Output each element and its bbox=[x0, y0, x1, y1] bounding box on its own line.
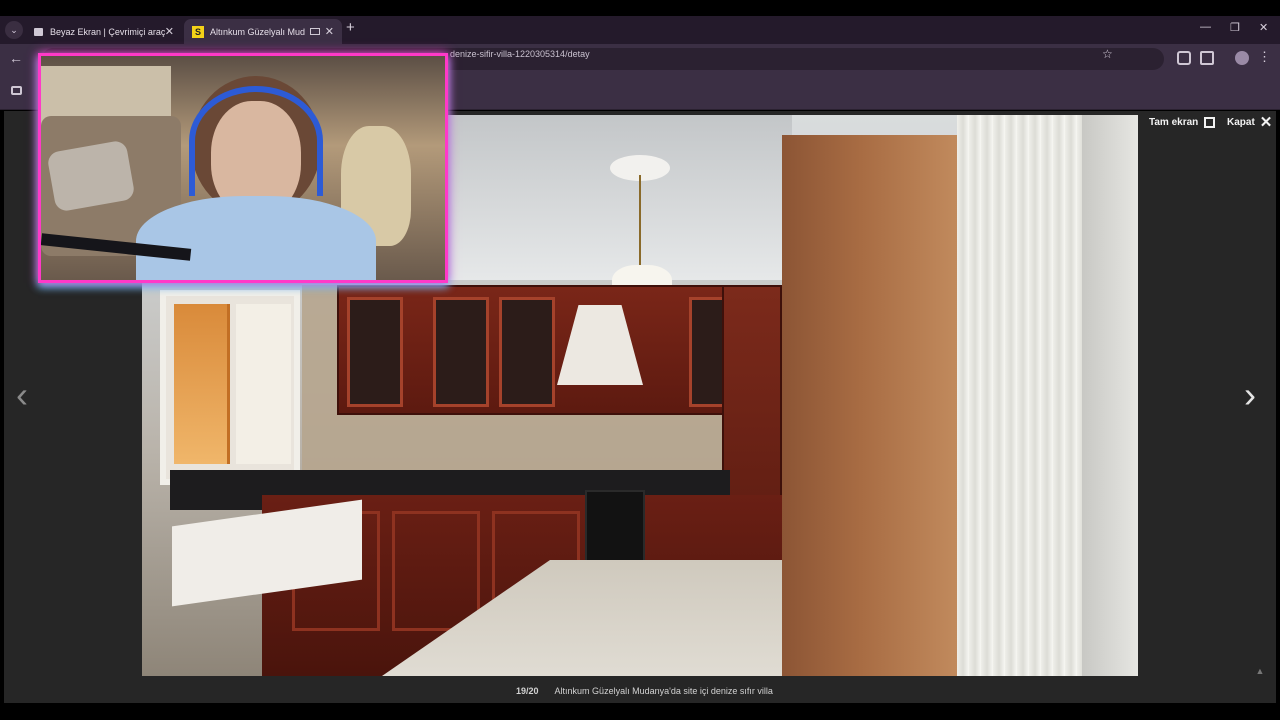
cabinet-door bbox=[392, 511, 480, 631]
page-favicon-icon bbox=[34, 27, 43, 36]
webcam-headset bbox=[189, 86, 323, 196]
photo-title: Altınkum Güzelyalı Mudanya'da site içi d… bbox=[554, 686, 773, 696]
oven bbox=[585, 490, 645, 570]
side-wall bbox=[1082, 115, 1138, 676]
star-icon[interactable]: ☆ bbox=[1102, 47, 1113, 61]
profile-avatar[interactable] bbox=[1235, 51, 1249, 65]
puzzle-icon[interactable] bbox=[1200, 51, 1214, 65]
kebab-menu-icon[interactable]: ⋮ bbox=[1258, 49, 1271, 65]
close-window-icon[interactable]: ✕ bbox=[1259, 21, 1268, 34]
kitchen-window bbox=[160, 290, 300, 485]
accordion-door bbox=[957, 115, 1082, 676]
arrow-left-icon[interactable]: ← bbox=[9, 50, 23, 66]
close-icon: ✕ bbox=[1259, 113, 1273, 131]
bookmark-folder-icon[interactable] bbox=[11, 86, 22, 95]
cabinet-door bbox=[347, 297, 403, 407]
tab-strip: ⌄ Beyaz Ekran | Çevrimiçi araç ✕ S Altın… bbox=[0, 16, 1280, 44]
tab-title: Beyaz Ekran | Çevrimiçi araç bbox=[50, 26, 165, 37]
webcam-overlay bbox=[38, 53, 448, 283]
chevron-down-icon: ⌄ bbox=[10, 24, 18, 35]
window-glass bbox=[236, 304, 291, 464]
fullscreen-button[interactable]: Tam ekran bbox=[1149, 117, 1216, 128]
photo-counter: 19/20 bbox=[516, 686, 539, 696]
scroll-top-button[interactable]: ▲ bbox=[1252, 663, 1268, 679]
close-button[interactable]: Kapat ✕ bbox=[1227, 113, 1273, 131]
minimize-icon[interactable]: — bbox=[1200, 21, 1211, 33]
plus-icon[interactable]: + bbox=[346, 19, 355, 36]
upper-cabinets bbox=[337, 285, 757, 415]
fullscreen-icon bbox=[1204, 117, 1216, 128]
chevron-right-icon[interactable]: › bbox=[1244, 374, 1256, 416]
tab-title: Altınkum Güzelyalı Mudany bbox=[210, 26, 305, 37]
cabinet-door bbox=[499, 297, 555, 407]
close-icon[interactable]: ✕ bbox=[325, 25, 334, 38]
window-shutter bbox=[174, 304, 230, 464]
webcam-person-hoodie bbox=[136, 196, 376, 280]
screen-top-band bbox=[0, 0, 1280, 16]
sahibinden-favicon-icon: S bbox=[192, 25, 204, 38]
tab-listing[interactable]: S Altınkum Güzelyalı Mudany ✕ bbox=[184, 19, 342, 44]
photo-caption: 19/20 Altınkum Güzelyalı Mudanya'da site… bbox=[516, 686, 773, 696]
close-icon[interactable]: ✕ bbox=[165, 25, 174, 38]
chevron-left-icon[interactable]: ‹ bbox=[16, 374, 28, 416]
cabinet-door bbox=[433, 297, 489, 407]
translate-extension-icon[interactable] bbox=[1177, 51, 1191, 65]
photo-ceiling bbox=[442, 115, 792, 280]
close-label: Kapat bbox=[1227, 117, 1255, 128]
fullscreen-label: Tam ekran bbox=[1149, 117, 1199, 128]
wood-door-panel bbox=[782, 135, 957, 676]
chandelier-cord bbox=[639, 175, 641, 270]
tab-search-button[interactable]: ⌄ bbox=[5, 21, 23, 39]
address-bar-url: denize-sifir-villa-1220305314/detay bbox=[450, 49, 590, 59]
restore-icon[interactable]: ❐ bbox=[1230, 21, 1240, 34]
tab-beyaz-ekran[interactable]: Beyaz Ekran | Çevrimiçi araç ✕ bbox=[26, 19, 182, 44]
screen-bottom-band bbox=[0, 703, 1280, 720]
tab-media-icon[interactable] bbox=[309, 28, 320, 35]
